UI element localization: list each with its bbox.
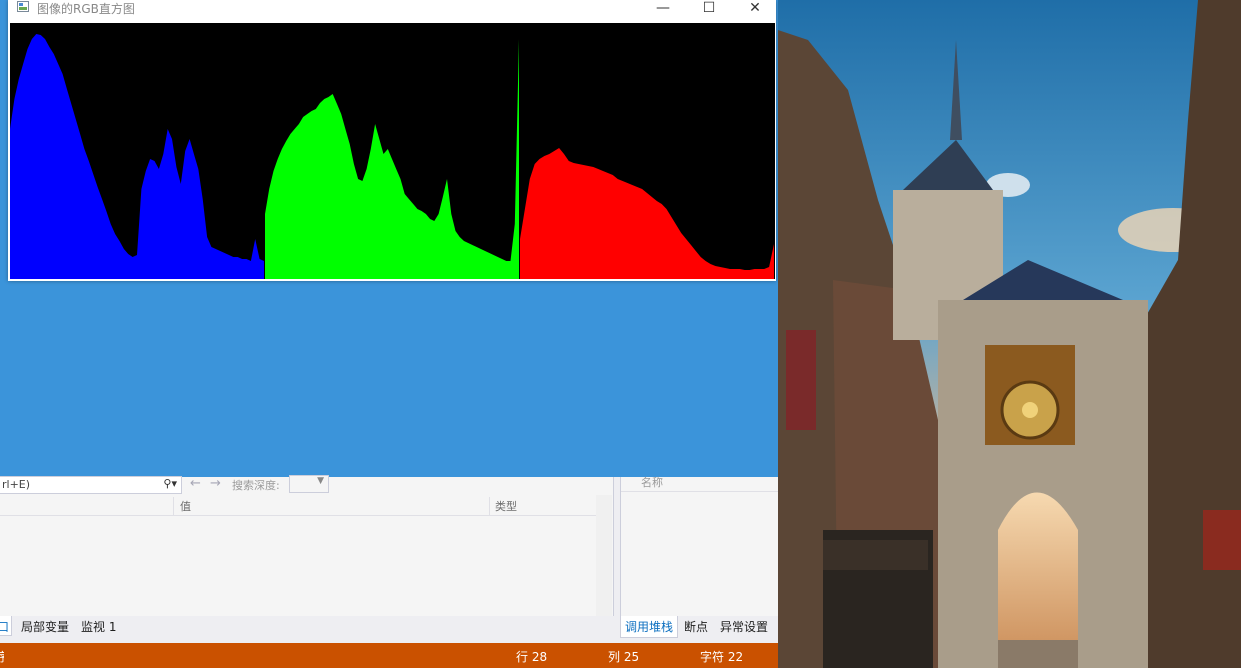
column-value[interactable]: 值 — [180, 498, 191, 514]
status-column: 列 25 — [608, 650, 640, 664]
locals-column-header: 值 类型 — [0, 497, 596, 516]
search-depth-select[interactable]: ▼ — [289, 475, 329, 493]
window-title: 图像的RGB直方图 — [37, 2, 135, 16]
street — [998, 640, 1078, 668]
callstack-panel: 名称 — [620, 474, 779, 616]
column-type[interactable]: 类型 — [495, 498, 517, 514]
histogram-svg — [10, 34, 774, 279]
header-divider — [621, 491, 779, 492]
forward-arrow-icon[interactable]: → — [210, 476, 221, 491]
histogram-plot — [10, 23, 775, 279]
locals-toolbar: rl+E) ⚲▾ ← → 搜索深度: ▼ — [0, 475, 613, 494]
wallpaper-photo — [778, 0, 1241, 668]
histogram-area-1 — [10, 34, 264, 279]
search-depth-label: 搜索深度: — [232, 479, 280, 492]
app-icon — [17, 1, 29, 12]
search-placeholder: rl+E) — [2, 478, 31, 491]
maximize-button[interactable]: ☐ — [686, 0, 732, 18]
close-button[interactable]: ✕ — [732, 0, 778, 18]
status-ready: 序 — [0, 648, 4, 665]
tab-locals[interactable]: 局部变量 — [21, 618, 69, 635]
shop-sign-right — [1203, 510, 1241, 570]
debug-tabs-right: 调用堆栈 断点 异常设置 — [620, 616, 778, 638]
tab-autos[interactable]: 口 — [0, 616, 12, 636]
histogram-area-3 — [520, 148, 774, 279]
column-divider[interactable] — [173, 497, 174, 515]
tab-call-stack[interactable]: 调用堆栈 — [620, 616, 679, 638]
search-icon[interactable]: ⚲▾ — [163, 477, 177, 490]
search-input[interactable]: rl+E) ⚲▾ — [0, 476, 182, 494]
clock-center — [1022, 402, 1038, 418]
column-divider[interactable] — [489, 497, 490, 515]
back-arrow-icon[interactable]: ← — [190, 476, 201, 491]
minimize-button[interactable]: — — [640, 0, 686, 18]
histogram-area-2 — [265, 39, 519, 279]
status-bar: 序 行 28 列 25 字符 22 — [0, 643, 778, 668]
status-line: 行 28 — [516, 650, 548, 664]
column-name[interactable]: 名称 — [641, 474, 663, 490]
tab-watch-1[interactable]: 监视 1 — [81, 618, 116, 635]
locals-scrollbar[interactable] — [596, 495, 612, 616]
tab-breakpoints[interactable]: 断点 — [684, 618, 708, 635]
window-titlebar[interactable]: 图像的RGB直方图 — ☐ ✕ — [8, 0, 776, 23]
chevron-down-icon: ▼ — [317, 476, 324, 486]
tab-exception-settings[interactable]: 异常设置 — [720, 618, 768, 635]
histogram-window[interactable]: 图像的RGB直方图 — ☐ ✕ — [8, 0, 776, 281]
debug-panels: rl+E) ⚲▾ ← → 搜索深度: ▼ 值 类型 口 局部变量 监视 1 名称 — [0, 474, 779, 643]
shutter — [786, 330, 816, 430]
locals-panel: rl+E) ⚲▾ ← → 搜索深度: ▼ 值 类型 — [0, 475, 614, 616]
shop-sign — [823, 540, 928, 570]
status-character: 字符 22 — [700, 650, 744, 664]
